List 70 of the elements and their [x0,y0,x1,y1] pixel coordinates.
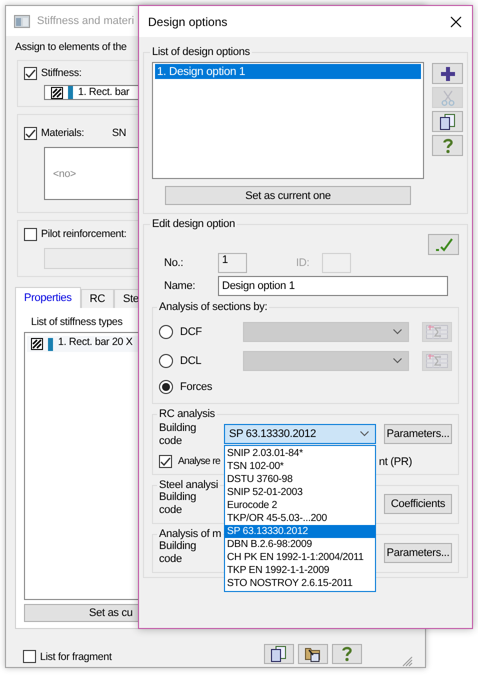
plus-icon [440,66,456,82]
radio-button[interactable] [159,380,173,394]
field-label: Building code [159,422,198,448]
tab[interactable]: RC [80,289,114,308]
field-label: No.: [163,257,184,269]
color-swatch-icon [48,338,53,350]
field-label: Building code [159,491,198,517]
toolbar-button[interactable] [298,644,328,664]
checkbox-label: nt (PR) [378,456,412,468]
group-title: Analysis of m [158,528,222,540]
number-field: 1 [218,253,247,273]
radio-button[interactable] [159,324,173,338]
field-label: Name: [163,280,196,292]
list-item[interactable]: 1. Rect. bar 20 X [58,336,133,348]
window-title: Stiffness and materi [37,15,134,27]
group-title: Edit design option [151,218,236,230]
color-swatch-icon [68,86,73,99]
apply-button[interactable] [428,234,459,255]
coefficients-button[interactable]: Coefficients [384,494,452,514]
radio-label: DCF [179,326,203,338]
checkmark-icon [434,238,452,252]
radio-label: DCL [179,354,202,366]
checkbox[interactable] [24,228,37,241]
section-label: Assign to elements of the [15,41,127,53]
copy-icon [440,114,455,130]
chevron-down-icon [393,328,402,334]
dropdown-value: 1. Rect. bar [78,86,130,98]
parameters-button[interactable]: Parameters... [384,543,452,563]
app-icon [14,14,30,28]
radio-button[interactable] [159,354,173,368]
group-title: List of design options [151,46,251,58]
group-title: Analysis of sections by: [158,301,268,313]
copy-icon [271,646,286,662]
toolbar-button[interactable] [264,644,294,664]
material-code: SN [112,127,126,139]
set-current-button[interactable]: Set as current one [165,186,411,205]
field-label: Building code [159,540,198,566]
list-item[interactable]: 1. Design option 1 [155,64,421,79]
tool-button[interactable] [432,63,463,84]
dropdown-option[interactable]: SP 63.13330.2012 [225,525,375,538]
group-title: RC analysis [158,408,216,420]
chevron-down-icon [393,358,402,364]
close-button[interactable] [448,14,464,30]
parameters-button[interactable]: Parameters... [384,424,452,444]
help-icon [442,138,452,154]
checkbox-label: Pilot reinforcement: [41,228,126,240]
checkbox[interactable] [24,127,37,140]
tab[interactable]: Properties [15,287,81,308]
checkbox[interactable] [23,650,36,663]
group-title: Steel analysi [158,479,220,491]
table-sum-icon [426,324,448,338]
help-icon [342,646,352,662]
checkbox[interactable] [24,67,37,80]
table-sum-icon [426,354,448,368]
checkbox-label: Stiffness: [41,67,82,79]
checkbox[interactable] [159,455,172,468]
folder-document-icon [304,646,321,662]
radio-label: Forces [179,381,214,393]
checkbox-label: Analyse re [178,456,220,467]
empty-value: <no> [53,168,76,180]
building-code-dropdown[interactable]: SP 63.13330.2012 [224,424,376,444]
tool-button[interactable] [432,111,463,132]
list-title: List of stiffness types [31,316,123,328]
scissors-icon [440,90,454,106]
checkbox-label: Materials: [41,127,84,139]
chevron-down-icon [360,431,369,437]
checkbox-label: List for fragment [40,650,112,662]
field-label: ID: [296,257,310,269]
dialog-title: Design options [148,14,228,28]
name-field[interactable]: Design option 1 [218,276,448,296]
